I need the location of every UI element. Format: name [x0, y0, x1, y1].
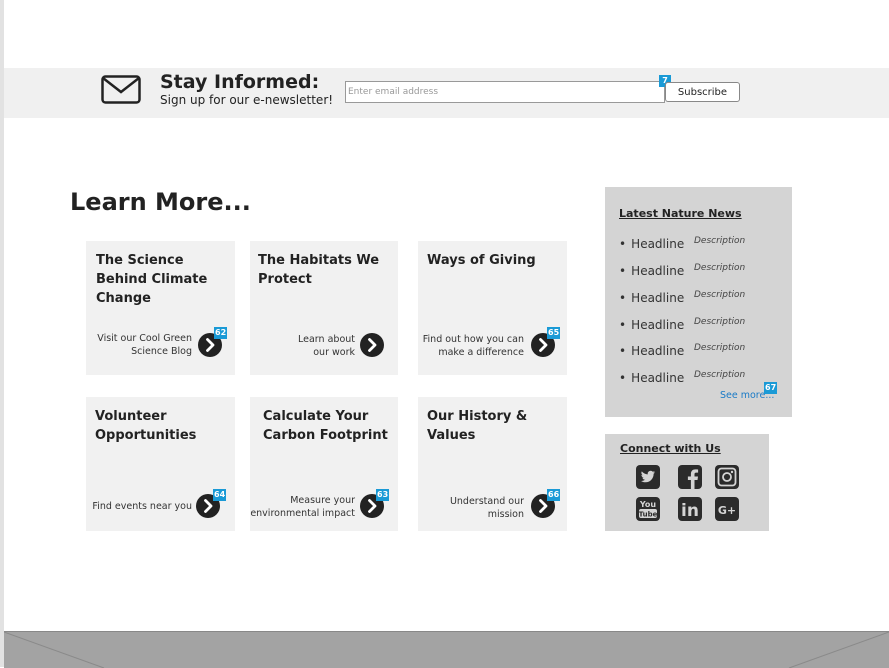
- google-plus-text: G+: [718, 504, 736, 517]
- news-description: Description: [694, 236, 746, 246]
- learn-more-title: Learn More...: [70, 188, 251, 216]
- see-more-badge: 67: [764, 382, 778, 394]
- bullet: •: [619, 264, 627, 278]
- news-description: Description: [694, 370, 746, 380]
- news-title[interactable]: Latest Nature News: [619, 207, 742, 220]
- news-headline[interactable]: Headline: [631, 264, 684, 278]
- card-link-line: Visit our Cool Green: [97, 333, 192, 344]
- newsletter-title: Stay Informed:: [160, 71, 320, 93]
- bullet: •: [619, 237, 627, 251]
- card-volunteer: Volunteer Opportunities Find events near…: [86, 397, 235, 531]
- news-description: Description: [694, 290, 746, 300]
- card-badge: 64: [213, 489, 227, 501]
- card-link-line: Understand our: [449, 496, 524, 507]
- google-plus-icon[interactable]: G+: [715, 497, 739, 521]
- card-link-text[interactable]: Understand our mission: [450, 495, 524, 521]
- news-headline[interactable]: Headline: [631, 237, 684, 251]
- card-link-line: our work: [313, 347, 355, 358]
- card-link-line: Measure your: [290, 495, 355, 506]
- card-carbon-footprint: Calculate Your Carbon Footprint Measure …: [250, 397, 398, 531]
- card-link-line: Learn about: [298, 334, 355, 345]
- linkedin-icon[interactable]: in: [678, 497, 702, 521]
- instagram-icon[interactable]: [715, 465, 739, 489]
- card-badge: 65: [547, 327, 561, 339]
- news-item[interactable]: • Headline Description: [619, 314, 745, 334]
- envelope-icon: [101, 75, 141, 104]
- bullet: •: [619, 344, 627, 358]
- card-link-line: environmental impact: [250, 508, 355, 519]
- connect-title: Connect with Us: [620, 442, 721, 455]
- card-link-text[interactable]: Find out how you can make a difference: [423, 333, 524, 359]
- card-link-text[interactable]: Measure your environmental impact: [250, 494, 355, 520]
- news-description: Description: [694, 263, 746, 273]
- footer-lines: [4, 632, 889, 668]
- youtube-text: You: [639, 500, 657, 509]
- card-title: Calculate Your Carbon Footprint: [263, 409, 388, 443]
- email-input[interactable]: [345, 81, 665, 103]
- card-title: Ways of Giving: [427, 253, 536, 268]
- card-title: Our History & Values: [427, 409, 528, 443]
- card-link-line: make a difference: [438, 347, 524, 358]
- bullet: •: [619, 318, 627, 332]
- twitter-icon[interactable]: [636, 465, 660, 489]
- card-link-line: Find events near you: [92, 501, 192, 512]
- news-headline[interactable]: Headline: [631, 291, 684, 305]
- card-link-line: mission: [487, 509, 524, 520]
- bullet: •: [619, 371, 627, 385]
- news-panel: Latest Nature News • Headline Descriptio…: [605, 187, 792, 417]
- card-link-text[interactable]: Find events near you: [92, 500, 192, 513]
- card-link-line: Find out how you can: [422, 334, 524, 345]
- card-habitats: The Habitats We Protect Learn about our …: [250, 241, 398, 375]
- linkedin-text: in: [681, 501, 699, 521]
- card-title: The Habitats We Protect: [258, 253, 380, 287]
- card-link-text[interactable]: Visit our Cool Green Science Blog: [97, 332, 192, 358]
- news-item[interactable]: • Headline Description: [619, 233, 745, 253]
- card-title: Volunteer Opportunities: [95, 409, 197, 443]
- youtube-text: Tube: [639, 511, 658, 519]
- card-badge: 63: [376, 489, 390, 501]
- subscribe-button[interactable]: Subscribe: [665, 82, 740, 102]
- chevron-right-circle-icon[interactable]: [360, 333, 384, 357]
- card-title: The Science Behind Climate Change: [96, 253, 208, 306]
- news-headline[interactable]: Headline: [631, 318, 684, 332]
- news-item[interactable]: • Headline Description: [619, 260, 745, 280]
- news-item[interactable]: • Headline Description: [619, 340, 745, 360]
- card-badge: 66: [547, 489, 561, 501]
- bullet: •: [619, 291, 627, 305]
- news-headline[interactable]: Headline: [631, 344, 684, 358]
- card-ways-of-giving: Ways of Giving Find out how you can make…: [418, 241, 567, 375]
- youtube-icon[interactable]: You Tube: [636, 497, 660, 521]
- card-history-values: Our History & Values Understand our miss…: [418, 397, 567, 531]
- facebook-icon[interactable]: [678, 465, 702, 489]
- news-item[interactable]: • Headline Description: [619, 367, 745, 387]
- newsletter-subtitle: Sign up for our e-newsletter!: [160, 93, 334, 107]
- card-science-climate: The Science Behind Climate Change Visit …: [86, 241, 235, 375]
- connect-panel: Connect with Us You Tube in G+: [605, 434, 769, 531]
- news-description: Description: [694, 317, 746, 327]
- card-link-line: Science Blog: [131, 346, 192, 357]
- card-link-text[interactable]: Learn about our work: [298, 333, 355, 359]
- news-description: Description: [694, 343, 746, 353]
- news-item[interactable]: • Headline Description: [619, 287, 745, 307]
- footer: [4, 631, 889, 668]
- news-headline[interactable]: Headline: [631, 371, 684, 385]
- card-badge: 62: [214, 327, 228, 339]
